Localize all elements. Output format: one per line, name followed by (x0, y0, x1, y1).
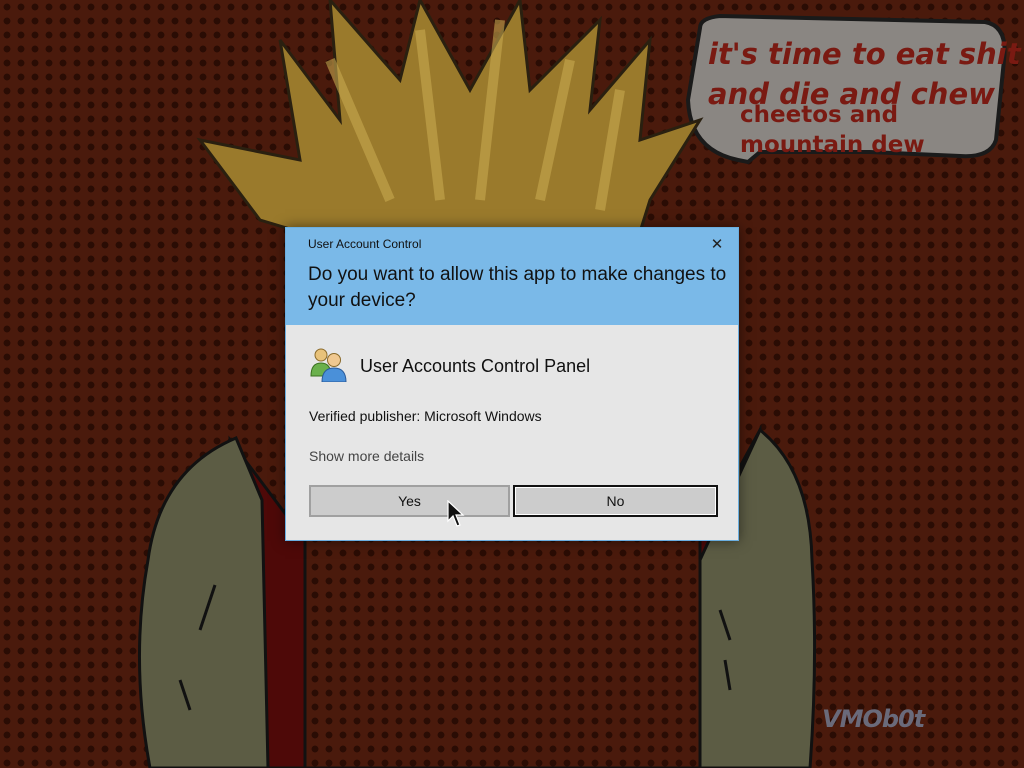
show-details-link[interactable]: Show more details (309, 448, 424, 464)
uac-header: User Account Control ✕ Do you want to al… (286, 228, 738, 325)
close-icon[interactable]: ✕ (705, 233, 729, 255)
no-button[interactable]: No (513, 485, 718, 517)
app-name: User Accounts Control Panel (360, 356, 591, 376)
left-arm (137, 436, 270, 768)
yes-button[interactable]: Yes (309, 485, 510, 517)
uac-dialog: User Account Control ✕ Do you want to al… (285, 227, 739, 541)
hair (196, 0, 704, 234)
users-icon (310, 348, 347, 382)
dialog-title: User Account Control (308, 237, 422, 251)
publisher-label: Verified publisher: Microsoft Windows (309, 408, 542, 424)
mouse-cursor-icon (447, 500, 465, 527)
desktop: it's time to eat shit and die and chew c… (0, 0, 1024, 768)
speech-line: mountain dew (740, 132, 925, 158)
speech-line: it's time to eat shit (708, 37, 1021, 71)
speech-line: cheetos and (740, 102, 899, 128)
uac-question: Do you want to allow this app to make ch… (308, 264, 727, 311)
speech-text-secondary: cheetos and mountain dew (740, 100, 1000, 160)
watermark: VMOb0t (822, 705, 925, 733)
